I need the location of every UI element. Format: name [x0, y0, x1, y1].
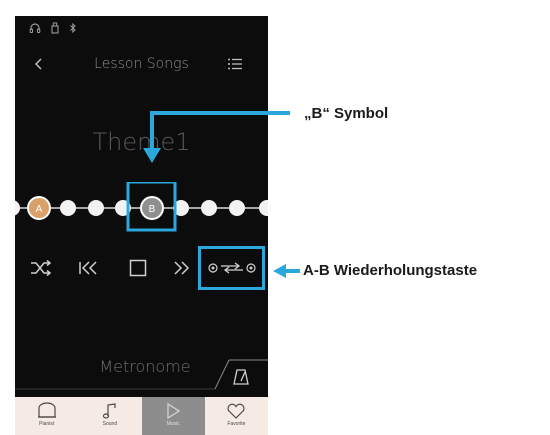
- annotation-arrows: [143, 111, 300, 278]
- b-symbol-callout: „B“ Symbol: [304, 105, 389, 122]
- ab-repeat-callout: A-B Wiederholungstaste: [303, 262, 478, 279]
